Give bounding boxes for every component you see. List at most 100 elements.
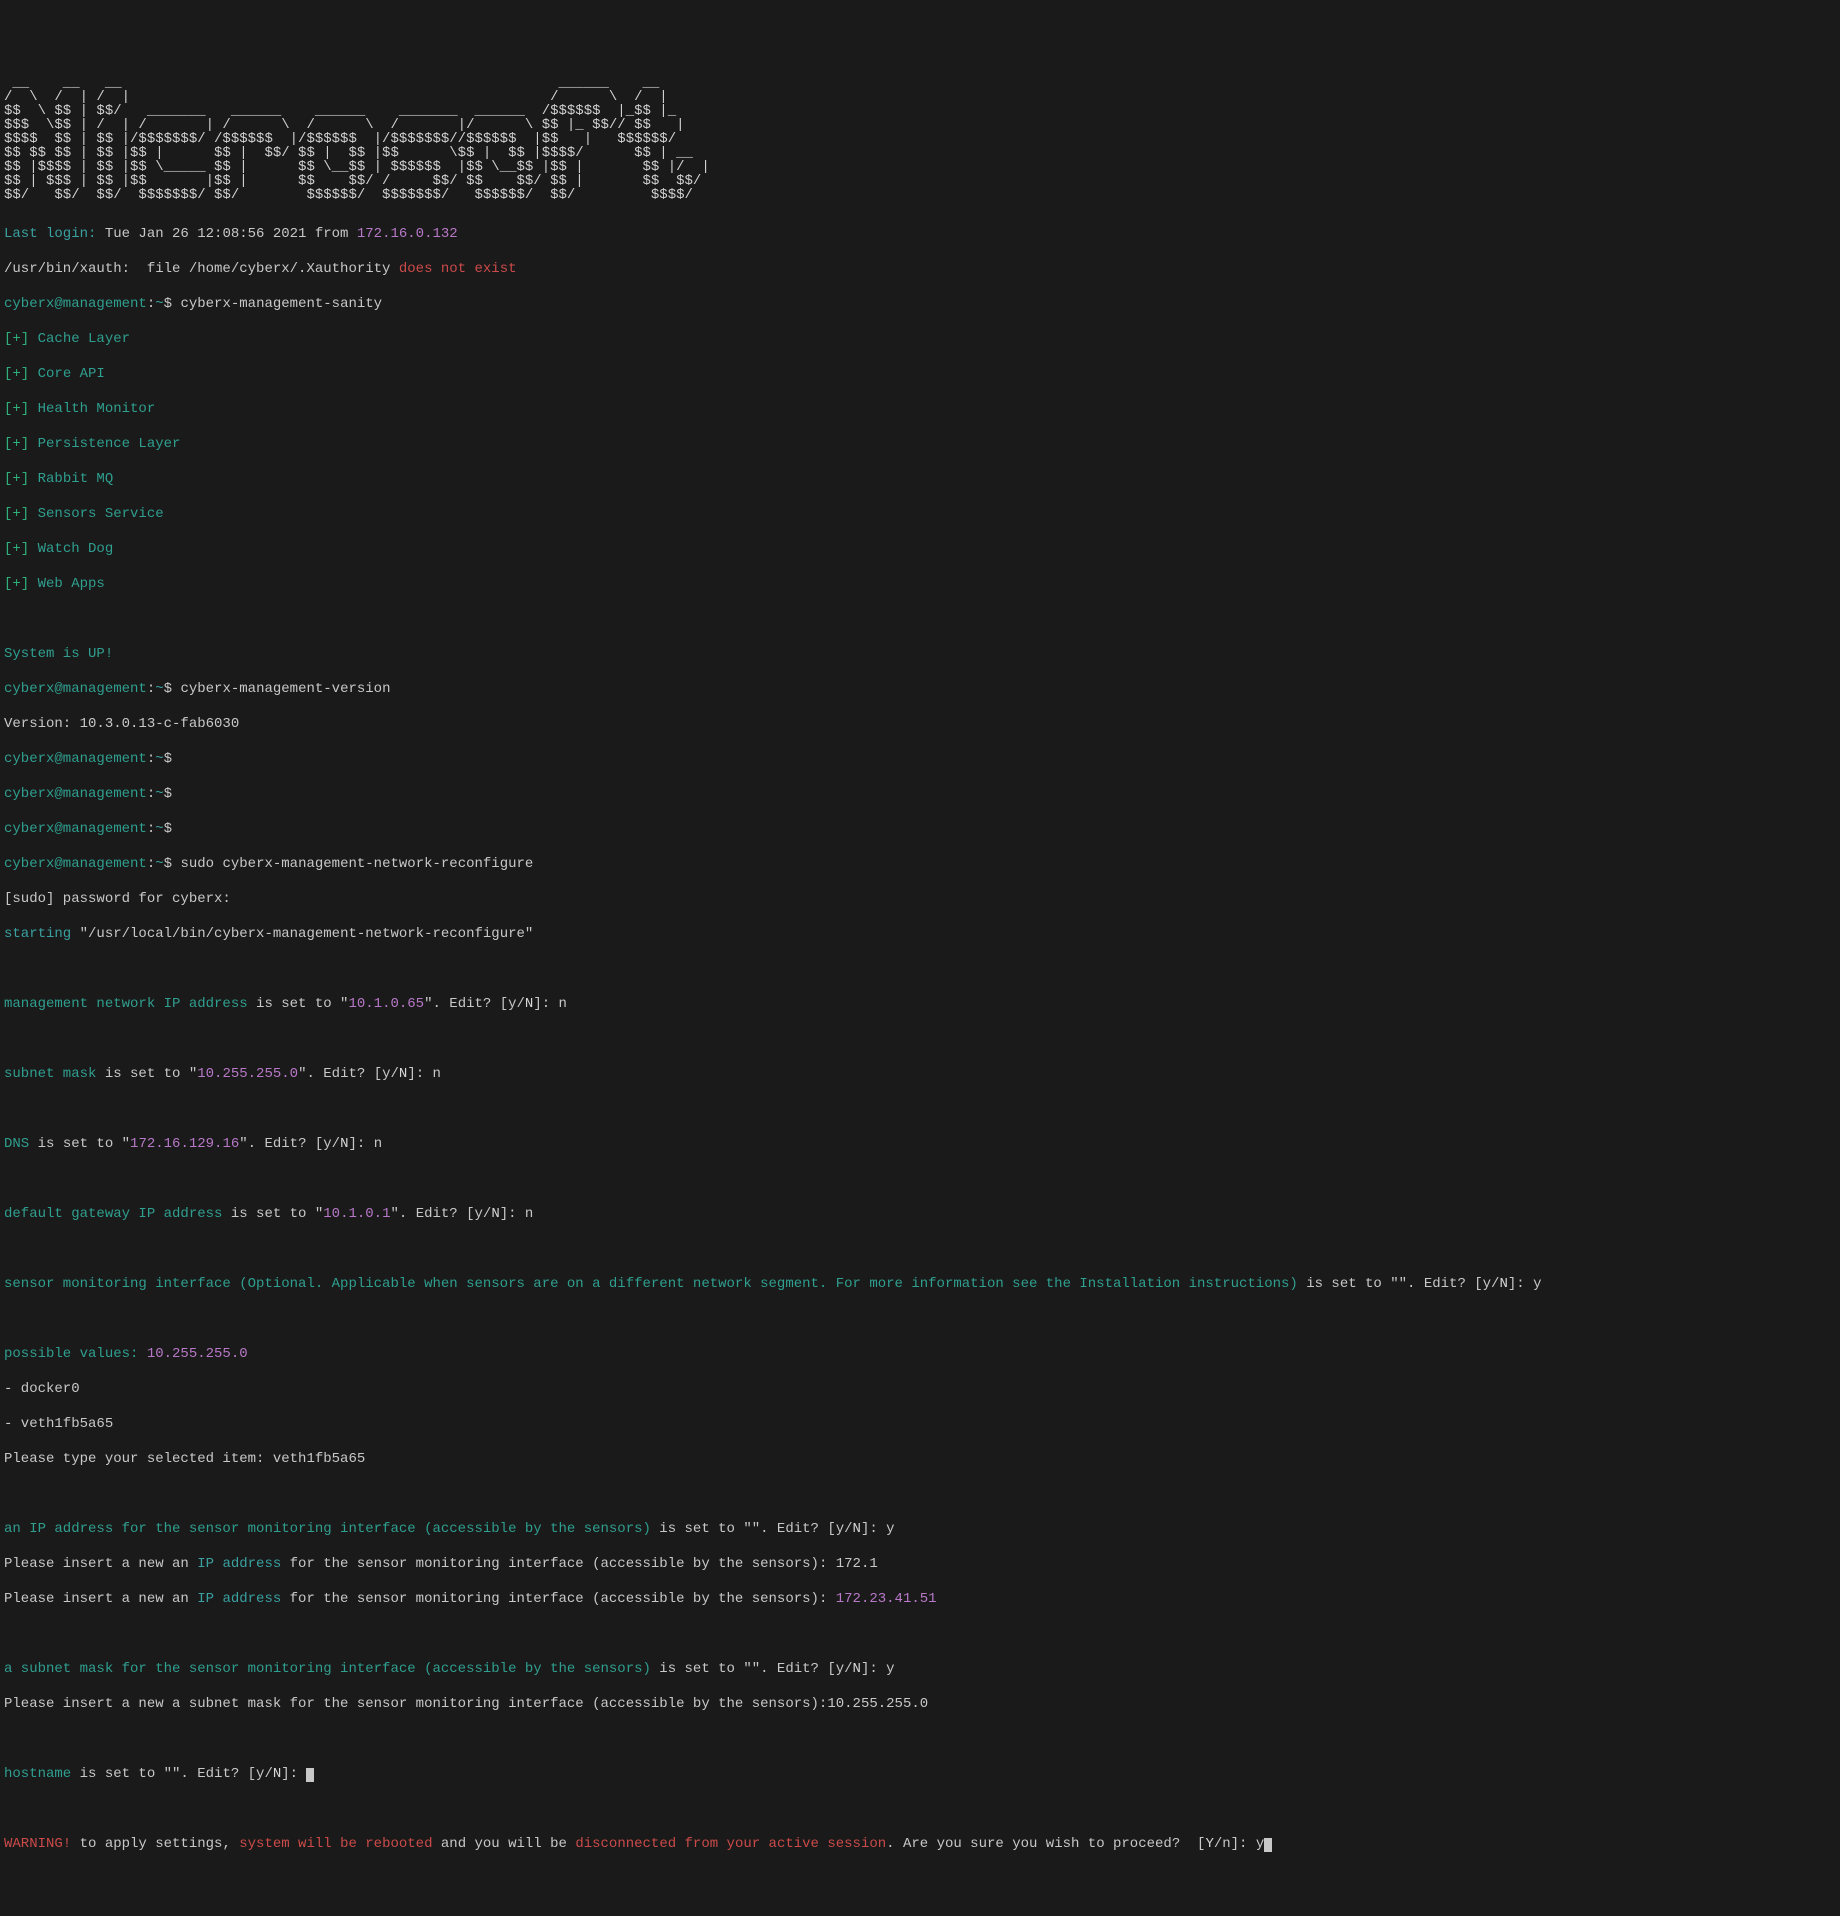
config-answer: ]: n — [533, 996, 567, 1012]
starting-label: starting — [4, 926, 71, 942]
prompt-path: ~ — [155, 296, 163, 312]
dns-prompt[interactable]: DNS is set to "172.16.129.16". Edit? [y/… — [4, 1136, 1836, 1154]
config-mid: is set to "". Edit? [y/ — [71, 1766, 273, 1782]
prompt-userhost: cyberx@management — [4, 786, 147, 802]
prompt-line-1[interactable]: cyberx@management:~$ cyberx-management-s… — [4, 296, 1836, 314]
service-name: Persistence Layer — [38, 436, 181, 452]
sensor-mask-prompt[interactable]: a subnet mask for the sensor monitoring … — [4, 1661, 1836, 1679]
possible-label: possible values: — [4, 1346, 138, 1362]
gateway-prompt[interactable]: default gateway IP address is set to "10… — [4, 1206, 1836, 1224]
version-output: Version: 10.3.0.13-c-fab6030 — [4, 716, 1836, 734]
last-login-timestamp: Tue Jan 26 12:08:56 2021 from — [96, 226, 356, 242]
config-mid: is set to "". Edit? [y/ — [1298, 1276, 1500, 1292]
prompt-path: ~ — [155, 786, 163, 802]
service-name: Web Apps — [38, 576, 105, 592]
prompt-dollar: $ — [164, 296, 181, 312]
config-label: management network IP address — [4, 996, 248, 1012]
config-answer: ]: n — [407, 1066, 441, 1082]
service-name: Cache Layer — [38, 331, 130, 347]
blank-line — [4, 961, 1836, 979]
insert-pre: Please insert a new an — [4, 1591, 197, 1607]
config-answer: ]: n — [500, 1206, 534, 1222]
blank-line — [4, 1241, 1836, 1259]
config-mid: is set to "". Edit? [y/ — [651, 1661, 853, 1677]
config-mid: is set to " — [96, 1066, 197, 1082]
service-line: [+] Watch Dog — [4, 541, 1836, 559]
config-default: N — [853, 1661, 861, 1677]
config-value: 10.1.0.65 — [348, 996, 424, 1012]
config-default: N — [273, 1766, 281, 1782]
prompt-line-empty[interactable]: cyberx@management:~$ — [4, 821, 1836, 839]
prompt-dollar: $ — [164, 786, 181, 802]
hostname-prompt[interactable]: hostname is set to "". Edit? [y/N]: — [4, 1766, 1836, 1784]
insert-ip-1[interactable]: Please insert a new an IP address for th… — [4, 1556, 1836, 1574]
prompt-sep: : — [147, 856, 155, 872]
prompt-userhost: cyberx@management — [4, 751, 147, 767]
config-label: sensor monitoring interface (Optional. A… — [4, 1276, 1298, 1292]
blank-line — [4, 1801, 1836, 1819]
blank-line — [4, 611, 1836, 629]
blank-line — [4, 1171, 1836, 1189]
config-mid2: ". Edit? [y/ — [424, 996, 525, 1012]
prompt-line-empty[interactable]: cyberx@management:~$ — [4, 786, 1836, 804]
warning-disconnect: disconnected from your active session — [575, 1836, 886, 1852]
config-label: an IP address for the sensor monitoring … — [4, 1521, 651, 1537]
config-answer: ]: y — [1508, 1276, 1542, 1292]
config-answer: ]: y — [861, 1661, 895, 1677]
sensor-ip-prompt[interactable]: an IP address for the sensor monitoring … — [4, 1521, 1836, 1539]
sudo-password-prompt[interactable]: [sudo] password for cyberx: — [4, 891, 1836, 909]
service-mark: [+] — [4, 366, 38, 382]
config-default: N — [1499, 1276, 1507, 1292]
service-mark: [+] — [4, 541, 38, 557]
config-answer: ]: y — [861, 1521, 895, 1537]
config-mid: is set to "". Edit? [y/ — [651, 1521, 853, 1537]
service-mark: [+] — [4, 331, 38, 347]
blank-line — [4, 1031, 1836, 1049]
insert-mid: for the sensor monitoring interface (acc… — [281, 1591, 836, 1607]
command-version: cyberx-management-version — [180, 681, 390, 697]
possible-values: possible values: 10.255.255.0 — [4, 1346, 1836, 1364]
prompt-path: ~ — [155, 681, 163, 697]
warning-label: WARNING! — [4, 1836, 71, 1852]
insert-ip-2[interactable]: Please insert a new an IP address for th… — [4, 1591, 1836, 1609]
subnet-prompt[interactable]: subnet mask is set to "10.255.255.0". Ed… — [4, 1066, 1836, 1084]
service-mark: [+] — [4, 506, 38, 522]
prompt-sep: : — [147, 786, 155, 802]
prompt-line-2[interactable]: cyberx@management:~$ cyberx-management-v… — [4, 681, 1836, 699]
service-name: Rabbit MQ — [38, 471, 114, 487]
selected-item[interactable]: Please type your selected item: veth1fb5… — [4, 1451, 1836, 1469]
service-mark: [+] — [4, 401, 38, 417]
config-default: N — [853, 1521, 861, 1537]
config-label: DNS — [4, 1136, 29, 1152]
prompt-line-3[interactable]: cyberx@management:~$ sudo cyberx-managem… — [4, 856, 1836, 874]
prompt-dollar: $ — [164, 751, 181, 767]
blank-line — [4, 1101, 1836, 1119]
prompt-userhost: cyberx@management — [4, 856, 147, 872]
warning-text: and you will be — [432, 1836, 575, 1852]
prompt-dollar: $ — [164, 681, 181, 697]
service-name: Watch Dog — [38, 541, 114, 557]
sensor-monitoring-prompt[interactable]: sensor monitoring interface (Optional. A… — [4, 1276, 1836, 1294]
prompt-path: ~ — [155, 856, 163, 872]
blank-line — [4, 1486, 1836, 1504]
mgmt-ip-prompt[interactable]: management network IP address is set to … — [4, 996, 1836, 1014]
command-sanity: cyberx-management-sanity — [180, 296, 382, 312]
service-mark: [+] — [4, 436, 38, 452]
prompt-line-empty[interactable]: cyberx@management:~$ — [4, 751, 1836, 769]
xauth-path: /usr/bin/xauth: file /home/cyberx/.Xauth… — [4, 261, 399, 277]
insert-mask[interactable]: Please insert a new a subnet mask for th… — [4, 1696, 1836, 1714]
service-name: Health Monitor — [38, 401, 156, 417]
warning-default: Y — [1205, 1836, 1213, 1852]
blank-line — [4, 1626, 1836, 1644]
config-default: N — [525, 996, 533, 1012]
option-docker0: - docker0 — [4, 1381, 1836, 1399]
config-label: hostname — [4, 1766, 71, 1782]
service-mark: [+] — [4, 471, 38, 487]
prompt-userhost: cyberx@management — [4, 821, 147, 837]
prompt-dollar: $ — [164, 856, 181, 872]
warning-line[interactable]: WARNING! to apply settings, system will … — [4, 1836, 1836, 1854]
prompt-path: ~ — [155, 821, 163, 837]
service-line: [+] Persistence Layer — [4, 436, 1836, 454]
config-answer: ]: n — [349, 1136, 383, 1152]
prompt-userhost: cyberx@management — [4, 296, 147, 312]
